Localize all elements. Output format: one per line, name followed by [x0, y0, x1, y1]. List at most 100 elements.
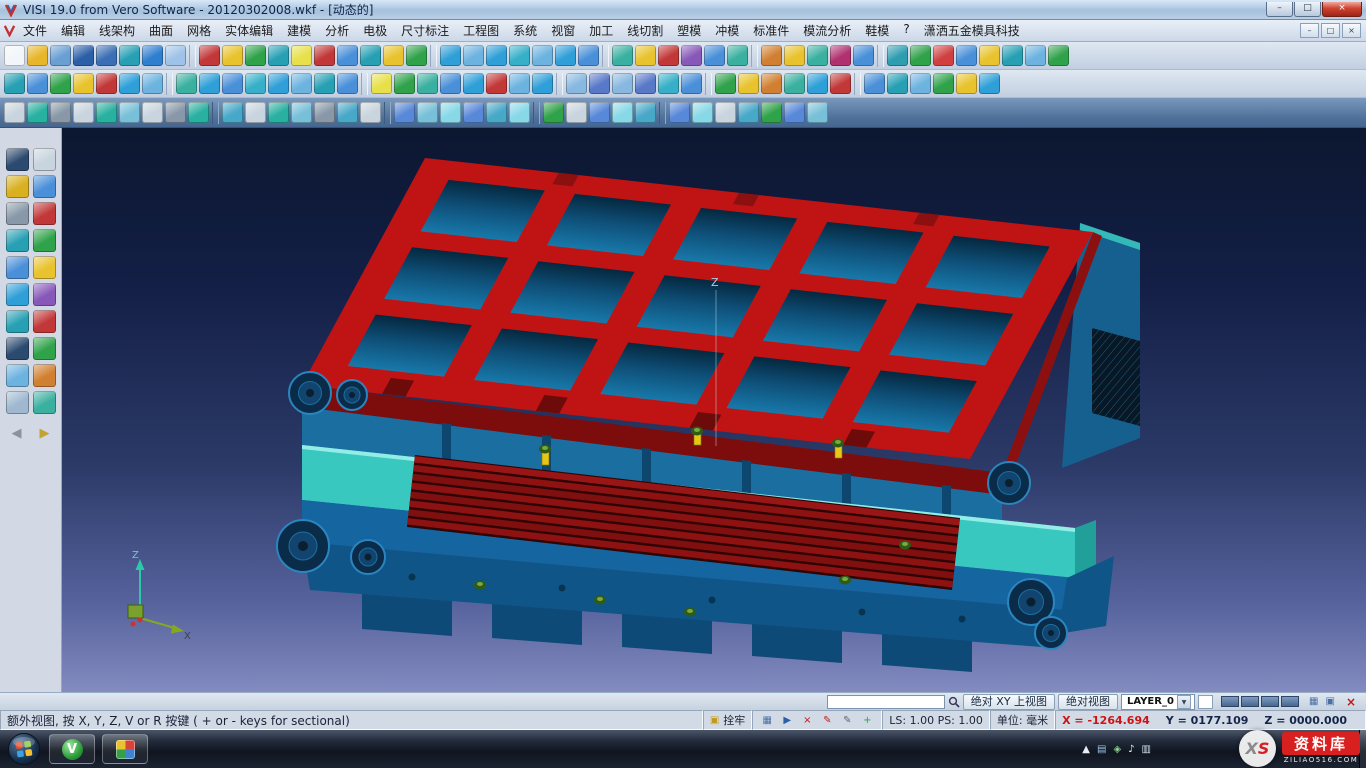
status-tool-icon[interactable]: +: [859, 715, 875, 726]
toolbar-icon[interactable]: [979, 45, 1000, 66]
menu-item[interactable]: 系统: [506, 19, 544, 42]
color-swatch[interactable]: [1221, 696, 1239, 707]
toolbar-icon[interactable]: [337, 45, 358, 66]
toolbar-icon[interactable]: [1002, 45, 1023, 66]
toolbar-icon[interactable]: [50, 73, 71, 94]
menu-item[interactable]: ?: [896, 19, 916, 42]
toolbar-icon[interactable]: [6, 337, 29, 360]
toolbar-icon[interactable]: [314, 45, 335, 66]
toolbar-icon[interactable]: [33, 256, 56, 279]
status-tool-icon[interactable]: ✎: [839, 715, 855, 726]
menu-app-icon[interactable]: [3, 24, 16, 37]
toolbar-icon[interactable]: [463, 73, 484, 94]
toolbar-icon[interactable]: [245, 45, 266, 66]
toolbar-icon[interactable]: [658, 73, 679, 94]
toolbar-icon[interactable]: [532, 45, 553, 66]
toolbar-icon[interactable]: [4, 73, 25, 94]
toolbar-icon[interactable]: [440, 45, 461, 66]
toolbar-icon[interactable]: [509, 45, 530, 66]
toolbar-icon[interactable]: [704, 45, 725, 66]
toolbar-icon[interactable]: [176, 73, 197, 94]
toolbar-icon[interactable]: [761, 73, 782, 94]
toolbar-icon[interactable]: [532, 73, 553, 94]
mdi-restore-button[interactable]: □: [1321, 23, 1340, 38]
toolbar-icon[interactable]: [440, 73, 461, 94]
toolbar-icon[interactable]: [383, 45, 404, 66]
toolbar-icon[interactable]: [440, 102, 461, 123]
toolbar-icon[interactable]: [933, 45, 954, 66]
back-arrow-icon[interactable]: ◀: [6, 424, 28, 444]
toolbar-icon[interactable]: [4, 102, 25, 123]
toolbar-icon[interactable]: [142, 102, 163, 123]
toolbar-icon[interactable]: [635, 102, 656, 123]
menu-item[interactable]: 模流分析: [796, 19, 858, 42]
toolbar-icon[interactable]: [417, 73, 438, 94]
layer-select[interactable]: LAYER_0 ▼: [1121, 694, 1195, 710]
toolbar-icon[interactable]: [119, 102, 140, 123]
toolbar-icon[interactable]: [715, 73, 736, 94]
toolbar-icon[interactable]: [578, 45, 599, 66]
color-swatch[interactable]: [1281, 696, 1299, 707]
toolbar-icon[interactable]: [807, 45, 828, 66]
toolbar-icon[interactable]: [509, 73, 530, 94]
menu-item[interactable]: 线架构: [92, 19, 142, 42]
toolbar-icon[interactable]: [222, 73, 243, 94]
toolbar-icon[interactable]: [6, 364, 29, 387]
toolbar-icon[interactable]: [96, 102, 117, 123]
menu-item[interactable]: 曲面: [142, 19, 180, 42]
toolbar-icon[interactable]: [394, 102, 415, 123]
viewport[interactable]: Z Z X: [62, 128, 1366, 692]
color-swatch[interactable]: [1241, 696, 1259, 707]
toolbar-icon[interactable]: [27, 45, 48, 66]
toolbar-icon[interactable]: [199, 45, 220, 66]
toolbar-icon[interactable]: [268, 73, 289, 94]
menu-item[interactable]: 实体编辑: [218, 19, 280, 42]
tray-icon[interactable]: ▤: [1097, 744, 1106, 755]
toolbar-icon[interactable]: [612, 102, 633, 123]
toolbar-icon[interactable]: [1048, 45, 1069, 66]
toolbar-icon[interactable]: [830, 45, 851, 66]
toolbar-icon[interactable]: [33, 175, 56, 198]
show-desktop-button[interactable]: [1359, 730, 1366, 768]
toolbar-icon[interactable]: [199, 73, 220, 94]
menu-item[interactable]: 电极: [356, 19, 394, 42]
toolbar-icon[interactable]: [715, 102, 736, 123]
toolbar-icon[interactable]: [73, 102, 94, 123]
toolbar-icon[interactable]: [807, 102, 828, 123]
toolbar-icon[interactable]: [956, 45, 977, 66]
toolbar-icon[interactable]: [142, 73, 163, 94]
forward-arrow-icon[interactable]: ▶: [34, 424, 56, 444]
toolbar-icon[interactable]: [50, 102, 71, 123]
toolbar-icon[interactable]: [543, 102, 564, 123]
toolbar-icon[interactable]: [6, 175, 29, 198]
toolbar-icon[interactable]: [486, 102, 507, 123]
cancel-icon[interactable]: ×: [1346, 695, 1356, 709]
toolbar-icon[interactable]: [4, 45, 25, 66]
toolbar-icon[interactable]: [165, 102, 186, 123]
toolbar-icon[interactable]: [119, 73, 140, 94]
tray-icon[interactable]: ◈: [1113, 744, 1121, 755]
menu-item[interactable]: 鞋模: [858, 19, 896, 42]
taskbar-app-2[interactable]: [102, 734, 148, 764]
toolbar-icon[interactable]: [738, 102, 759, 123]
search-input[interactable]: [827, 695, 945, 709]
toolbar-icon[interactable]: [463, 102, 484, 123]
search-icon[interactable]: [948, 696, 960, 708]
toolbar-icon[interactable]: [555, 45, 576, 66]
toolbar-icon[interactable]: [761, 102, 782, 123]
toolbar-icon[interactable]: [33, 202, 56, 225]
menu-item[interactable]: 分析: [318, 19, 356, 42]
toolbar-icon[interactable]: [635, 73, 656, 94]
toolbar-icon[interactable]: [738, 73, 759, 94]
toolbar-icon[interactable]: [1025, 45, 1046, 66]
toolbar-icon[interactable]: [681, 73, 702, 94]
toolbar-icon[interactable]: [33, 391, 56, 414]
status-tool-icon[interactable]: ✎: [819, 715, 835, 726]
lock-toggle[interactable]: ▣ 拴牢: [703, 710, 752, 730]
close-button[interactable]: ×: [1322, 2, 1362, 17]
toolbar-icon[interactable]: [566, 102, 587, 123]
toolbar-icon[interactable]: [27, 102, 48, 123]
toolbar-icon[interactable]: [910, 45, 931, 66]
toolbar-icon[interactable]: [142, 45, 163, 66]
toolbar-icon[interactable]: [887, 73, 908, 94]
